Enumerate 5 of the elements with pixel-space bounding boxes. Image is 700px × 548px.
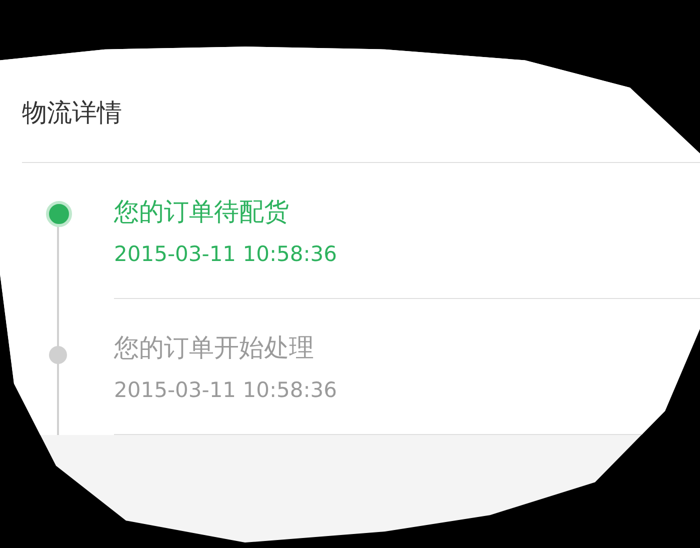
event-time: 2015-03-11 10:58:36 (114, 242, 338, 266)
event-title: 您的订单待配货 (114, 196, 290, 228)
page-title: 物流详情 (22, 96, 122, 128)
event-title: 您的订单开始处理 (114, 332, 315, 364)
event-time: 2015-03-11 10:58:36 (114, 378, 338, 402)
